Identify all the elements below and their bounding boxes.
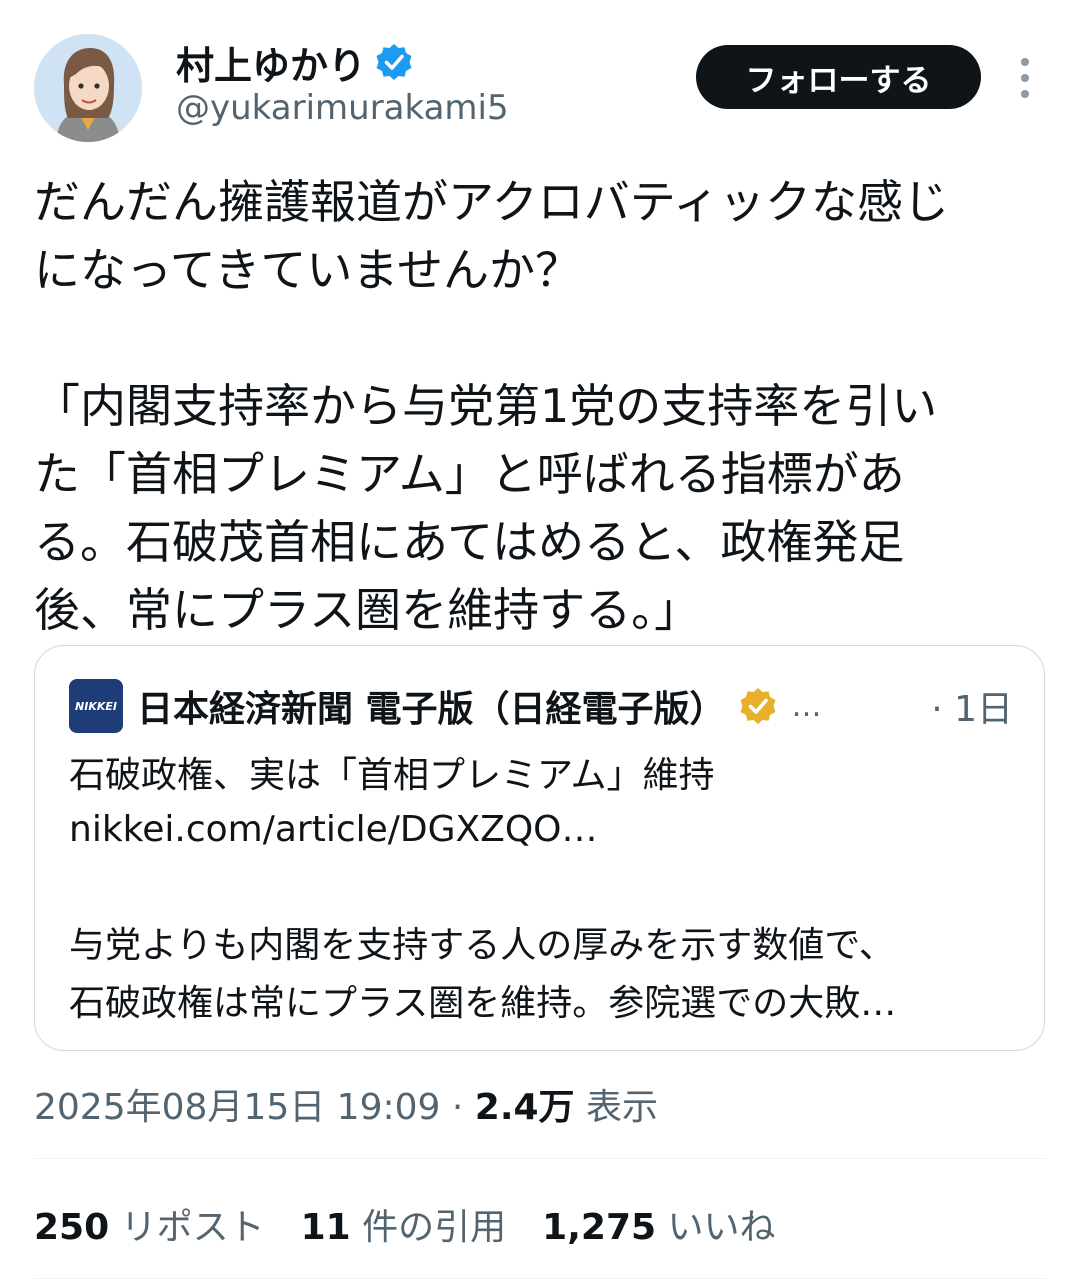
nikkei-logo: NIKKEI — [69, 679, 123, 733]
view-label: 表示 — [574, 1087, 659, 1128]
quoted-source-name: 日本経済新聞 電子版（日経電子版） — [137, 689, 726, 730]
avatar[interactable] — [34, 34, 142, 142]
tweet-line: になってきていませんか？ — [34, 243, 581, 297]
tweet-line: 「内閣支持率から与党第1党の支持率を引い — [34, 379, 938, 433]
tweet-text: だんだん擁護報道がアクロバティックな感じ になってきていませんか？ 「内閣支持率… — [34, 168, 1050, 644]
like-stat[interactable]: 1,275 いいね — [542, 1198, 775, 1250]
divider — [34, 1278, 1046, 1279]
user-handle[interactable]: @yukarimurakami5 — [176, 88, 509, 128]
quoted-tweet-header: NIKKEI 日本経済新聞 電子版（日経電子版） … · 1日 — [69, 676, 1013, 736]
quoted-time: · 1日 — [931, 689, 1013, 730]
quote-count: 11 — [300, 1207, 351, 1248]
tweet-header: 村上ゆかり @yukarimurakami5 フォローする — [0, 0, 1080, 150]
gold-verified-badge-icon — [740, 688, 776, 724]
more-options-icon[interactable] — [1008, 58, 1042, 98]
tweet-line: た「首相プレミアム」と呼ばれる指標があ — [34, 447, 905, 501]
user-name[interactable]: 村上ゆかり — [176, 35, 366, 90]
engagement-stats: 250 リポスト 11 件の引用 1,275 いいね — [34, 1198, 812, 1250]
divider — [34, 1158, 1046, 1159]
quoted-tweet-card[interactable]: NIKKEI 日本経済新聞 電子版（日経電子版） … · 1日 石破政権、実は「… — [34, 645, 1045, 1051]
verified-badge-icon — [376, 44, 412, 80]
tweet-line: だんだん擁護報道がアクロバティックな感じ — [34, 175, 949, 229]
quoted-summary-line: 石破政権は常にプラス圏を維持。参院選での大敗… — [69, 983, 897, 1024]
tweet-timestamp[interactable]: 2025年08月15日 19:09 — [34, 1087, 440, 1128]
tweet-line: る。石破茂首相にあてはめると、政権発足 — [34, 515, 905, 569]
repost-count: 250 — [34, 1207, 110, 1248]
quoted-headline: 石破政権、実は「首相プレミアム」維持 — [69, 755, 715, 796]
tweet-meta: 2025年08月15日 19:09 · 2.4万 表示 — [34, 1078, 658, 1130]
quoted-link[interactable]: nikkei.com/article/DGXZQO… — [69, 809, 598, 850]
quoted-ellipsis: … — [791, 688, 822, 724]
repost-label: リポスト — [109, 1207, 265, 1248]
like-label: いいね — [656, 1207, 776, 1248]
meta-separator: · — [440, 1087, 475, 1128]
repost-stat[interactable]: 250 リポスト — [34, 1198, 265, 1250]
like-count: 1,275 — [542, 1207, 657, 1248]
follow-button[interactable]: フォローする — [696, 45, 981, 109]
quote-label: 件の引用 — [350, 1207, 507, 1248]
view-count: 2.4万 — [474, 1087, 575, 1128]
name-row: 村上ゆかり — [176, 38, 414, 88]
quote-stat[interactable]: 11 件の引用 — [301, 1198, 507, 1250]
tweet-line-gap — [34, 304, 1050, 372]
quoted-summary-line: 与党よりも内閣を支持する人の厚みを示す数値で、 — [69, 925, 895, 966]
tweet-line: 後、常にプラス圏を維持する。」 — [34, 583, 701, 637]
